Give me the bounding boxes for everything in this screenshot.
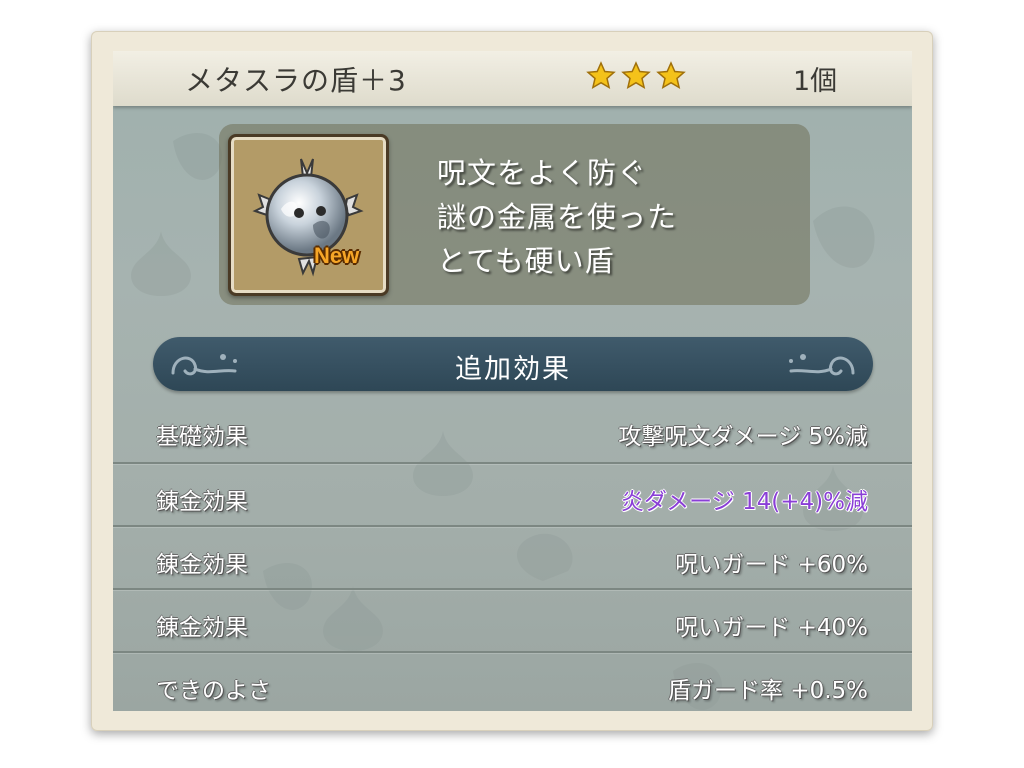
- effect-row: 錬金効果 炎ダメージ 14(+4)%減: [113, 462, 912, 525]
- item-name: メタスラの盾＋3: [185, 64, 407, 97]
- effect-value: 呪いガード +60%: [675, 552, 868, 578]
- item-detail-panel: メタスラの盾＋3 1個 New 呪文をよく防ぐ 謎の金属を使った とても硬い盾 …: [113, 51, 912, 711]
- effects-list: 基礎効果 攻撃呪文ダメージ 5%減 錬金効果 炎ダメージ 14(+4)%減 錬金…: [113, 399, 912, 711]
- description-line: 謎の金属を使った: [437, 200, 678, 234]
- ornament-right-icon: [789, 354, 855, 376]
- star-icon: [621, 61, 651, 90]
- section-header: 追加効果: [153, 337, 873, 391]
- new-badge: New: [314, 243, 360, 268]
- effect-row: できのよさ 盾ガード率 +0.5%: [113, 651, 912, 711]
- effect-label: 基礎効果: [156, 424, 248, 450]
- item-count: 1個: [793, 66, 838, 97]
- section-title: 追加効果: [455, 354, 571, 385]
- description-line: とても硬い盾: [437, 244, 615, 278]
- item-icon-frame: New: [228, 134, 389, 296]
- effect-label: できのよさ: [156, 678, 271, 704]
- item-description: 呪文をよく防ぐ 謎の金属を使った とても硬い盾: [437, 151, 677, 283]
- item-header: メタスラの盾＋3 1個: [113, 51, 912, 106]
- effect-value-highlighted: 炎ダメージ 14(+4)%減: [620, 489, 868, 515]
- star-icon: [586, 61, 616, 90]
- effect-value: 盾ガード率 +0.5%: [667, 678, 868, 704]
- effect-label: 錬金効果: [156, 552, 248, 578]
- effect-row: 錬金効果 呪いガード +40%: [113, 588, 912, 651]
- effect-label: 錬金効果: [156, 615, 248, 641]
- description-line: 呪文をよく防ぐ: [437, 156, 648, 190]
- effect-value: 呪いガード +40%: [675, 615, 868, 641]
- star-icon: [656, 61, 686, 90]
- effect-value: 攻撃呪文ダメージ 5%減: [618, 424, 868, 450]
- effect-label: 錬金効果: [156, 489, 248, 515]
- effect-row: 基礎効果 攻撃呪文ダメージ 5%減: [113, 399, 912, 462]
- effect-row: 錬金効果 呪いガード +60%: [113, 525, 912, 588]
